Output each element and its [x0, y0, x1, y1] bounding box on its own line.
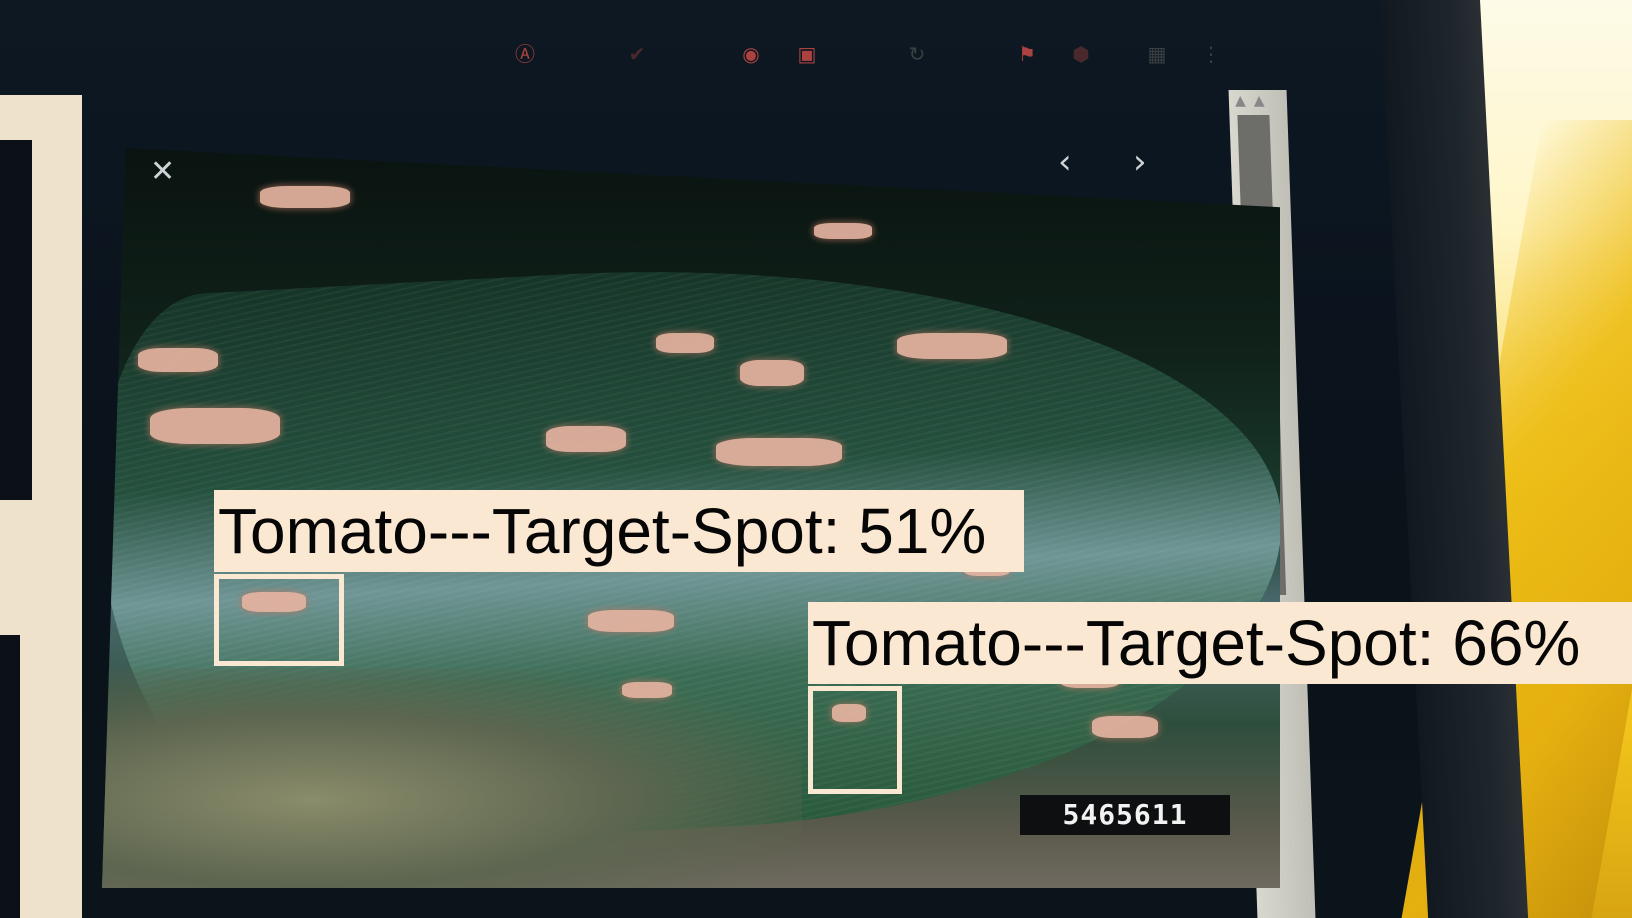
extension-icon[interactable]: ▦ [1142, 39, 1172, 69]
checkmark-icon[interactable]: ✔ [622, 39, 652, 69]
scroll-up-icon[interactable]: ▲▲ [1235, 93, 1273, 109]
flag-icon[interactable]: ⚑ [1012, 39, 1042, 69]
lesion-spot [588, 610, 674, 632]
lesion-spot [138, 348, 218, 372]
lesion-spot [814, 223, 872, 239]
background-window-content [0, 635, 20, 918]
background-window-content [0, 140, 32, 500]
refresh-icon[interactable]: ↻ [902, 39, 932, 69]
record-icon[interactable]: ◉ [736, 39, 766, 69]
spellcheck-icon[interactable]: Ⓐ [510, 39, 540, 69]
browser-toolbar: Ⓐ ✔ ◉ ▣ ↻ ⚑ ⬢ ▦ ⋮ [500, 35, 1260, 75]
lesion-spot [716, 438, 842, 466]
detection-box [214, 574, 344, 666]
close-icon[interactable]: ✕ [150, 155, 175, 189]
lesion-spot [1092, 716, 1158, 738]
detection-label: Tomato---Target-Spot: 51% [214, 490, 1024, 572]
lesion-spot [546, 426, 626, 452]
lesion-spot [260, 186, 350, 208]
background-window [0, 95, 82, 918]
more-icon[interactable]: ⋮ [1196, 39, 1226, 69]
lesion-spot [656, 333, 714, 353]
lesion-spot [897, 333, 1007, 359]
detection-box [808, 686, 902, 794]
lesion-spot [622, 682, 672, 698]
shield-icon[interactable]: ⬢ [1066, 39, 1096, 69]
frame-icon[interactable]: ▣ [792, 39, 822, 69]
chevron-left-icon[interactable]: ‹ [1058, 145, 1072, 179]
photo-of-monitor: Ⓐ ✔ ◉ ▣ ↻ ⚑ ⬢ ▦ ⋮ ▲▲ ✕ ‹ › 5465611 Tomat… [0, 0, 1632, 918]
background-blur [102, 668, 802, 888]
image-id: 5465611 [1020, 795, 1230, 835]
chevron-right-icon[interactable]: › [1133, 145, 1147, 179]
lesion-spot [740, 360, 804, 386]
lesion-spot [150, 408, 280, 444]
detection-label: Tomato---Target-Spot: 66% [808, 602, 1632, 684]
